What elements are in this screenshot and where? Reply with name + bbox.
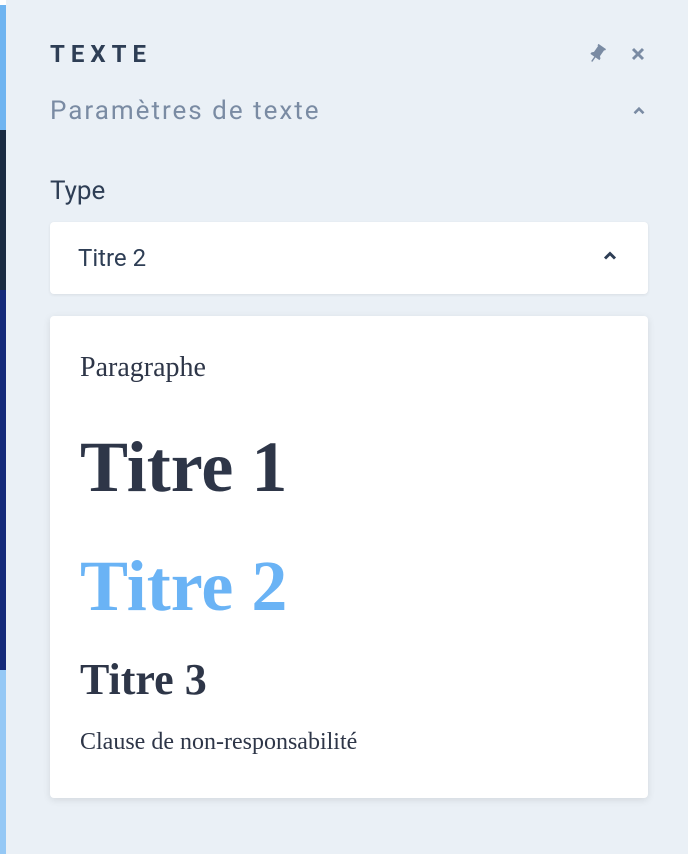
panel-header: TEXTE <box>50 40 648 68</box>
type-label: Type <box>50 176 648 206</box>
pin-icon[interactable] <box>586 43 608 65</box>
option-titre-3[interactable]: Titre 3 <box>80 656 618 704</box>
option-disclaimer[interactable]: Clause de non-responsabilité <box>80 729 618 756</box>
chevron-up-icon <box>600 246 620 270</box>
close-icon[interactable] <box>628 44 648 64</box>
option-paragraph[interactable]: Paragraphe <box>80 352 618 384</box>
type-select-value: Titre 2 <box>78 244 146 272</box>
header-actions <box>586 43 648 65</box>
type-select[interactable]: Titre 2 <box>50 222 648 294</box>
type-options-dropdown: Paragraphe Titre 1 Titre 2 Titre 3 Claus… <box>50 316 648 798</box>
section-title: Paramètres de texte <box>50 96 321 126</box>
chevron-up-icon <box>630 102 648 120</box>
option-titre-1[interactable]: Titre 1 <box>80 428 618 507</box>
text-settings-panel: TEXTE Paramètres de texte Type Titre 2 <box>6 0 688 854</box>
panel-title: TEXTE <box>50 40 152 68</box>
option-titre-2[interactable]: Titre 2 <box>80 547 618 626</box>
section-header[interactable]: Paramètres de texte <box>50 96 648 126</box>
